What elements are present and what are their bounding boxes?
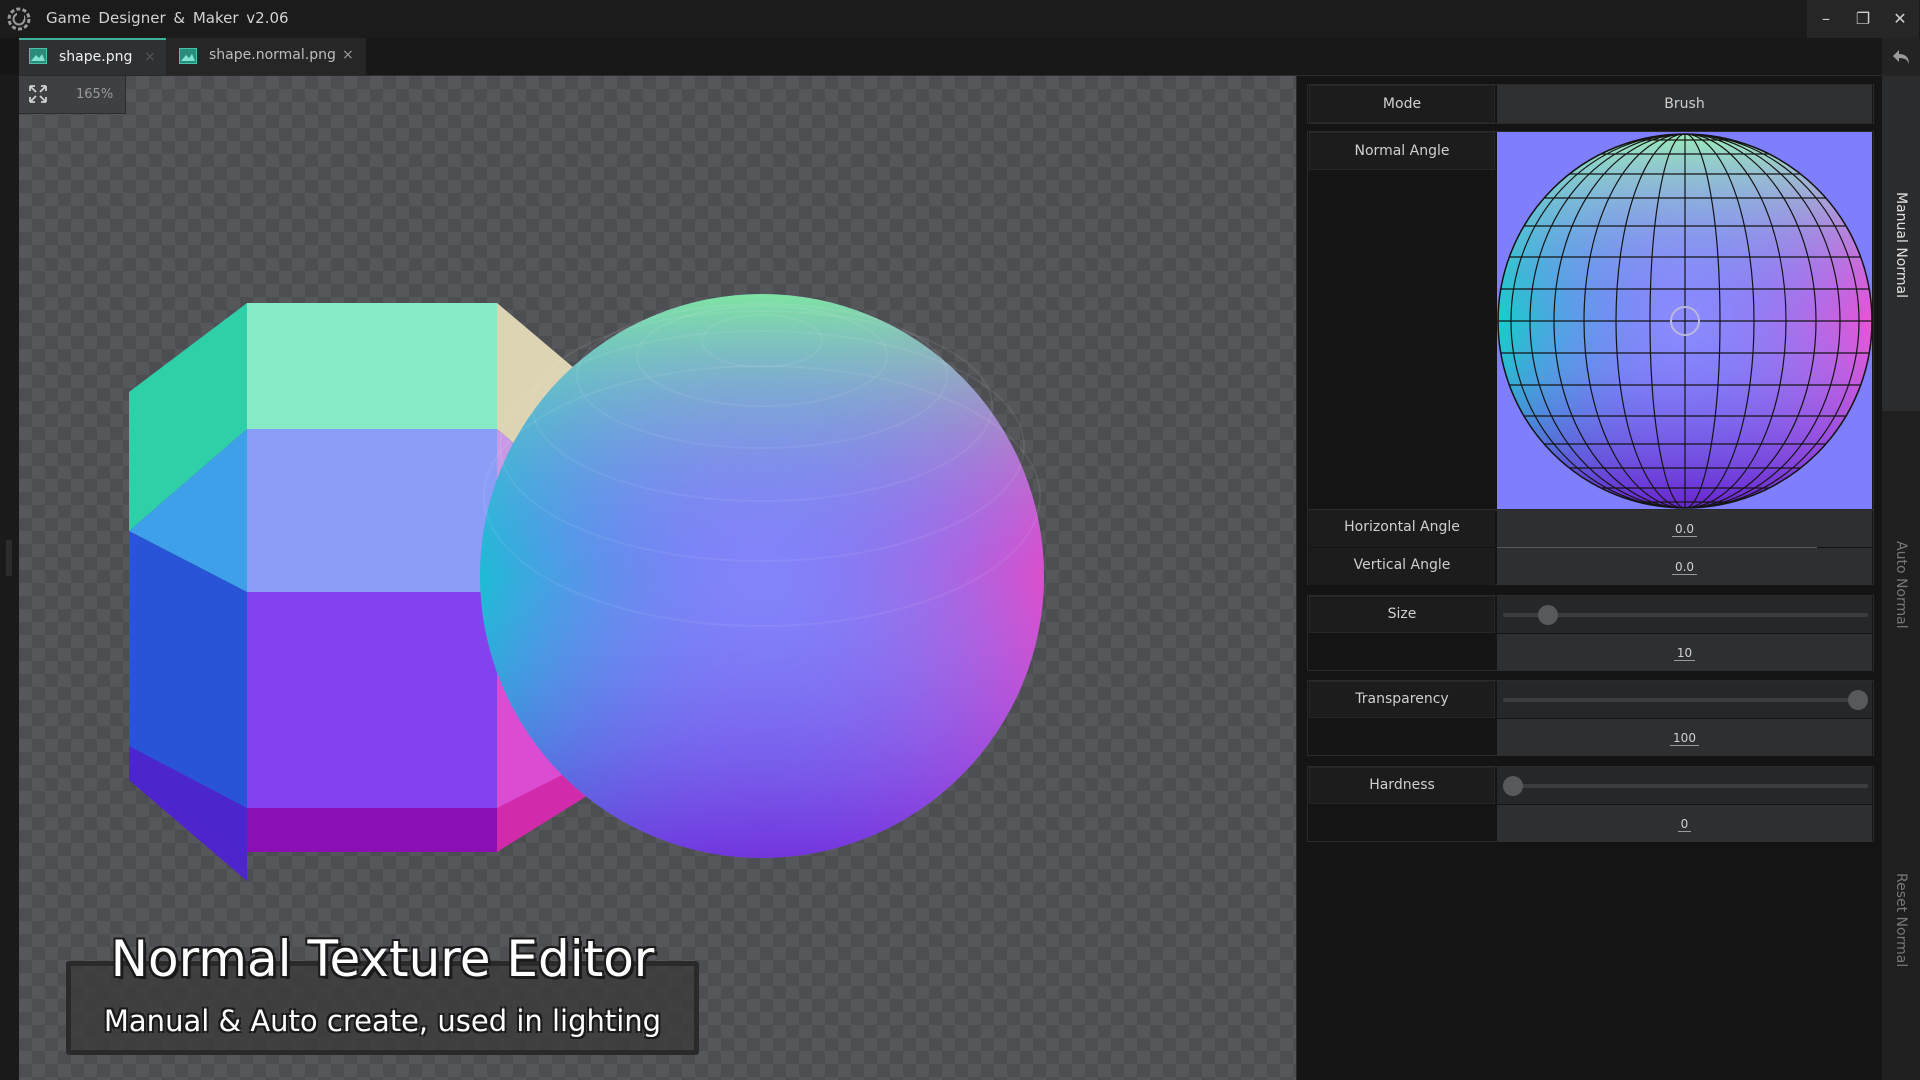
hardness-field[interactable]: 0	[1497, 817, 1872, 832]
sphere-shape	[480, 294, 1044, 858]
restore-icon: ❐	[1855, 9, 1871, 28]
transparency-value: 100	[1670, 731, 1699, 746]
normal-sphere-widget	[1497, 133, 1872, 509]
transparency-slider-track[interactable]	[1503, 698, 1868, 702]
tab-label: shape.png	[59, 49, 133, 65]
size-slider-thumb[interactable]	[1537, 605, 1558, 625]
image-icon	[179, 48, 197, 64]
hardness-slider-track[interactable]	[1503, 784, 1868, 788]
vertical-angle-field[interactable]: 0.0	[1497, 560, 1872, 575]
fit-to-screen-icon[interactable]	[28, 84, 48, 104]
window-title: Game Designer & Maker v2.06	[46, 9, 289, 27]
size-value: 10	[1673, 646, 1696, 661]
vertical-angle-label: Vertical Angle	[1309, 548, 1495, 585]
image-icon	[29, 48, 47, 64]
undo-button[interactable]	[1882, 38, 1920, 76]
horizontal-angle-value: 0.0	[1671, 522, 1698, 537]
app-gear-icon	[7, 7, 31, 31]
size-slider-track[interactable]	[1503, 613, 1868, 617]
tab-label: shape.normal.png	[209, 47, 336, 63]
size-label: Size	[1309, 596, 1495, 633]
minimize-button[interactable]: –	[1807, 0, 1845, 38]
left-collapse-bar	[0, 75, 19, 1080]
transparency-label: Transparency	[1309, 681, 1495, 718]
left-panel-handle[interactable]	[6, 540, 12, 576]
caption-title: Normal Texture Editor	[110, 930, 655, 988]
minimize-icon: –	[1822, 9, 1830, 28]
size-field[interactable]: 10	[1497, 646, 1872, 661]
zoom-level: 165%	[76, 87, 114, 102]
tab-bar-edge	[0, 38, 19, 75]
mode-dropdown[interactable]: Brush	[1497, 85, 1872, 123]
restore-button[interactable]: ❐	[1844, 0, 1882, 38]
horizontal-angle-field[interactable]: 0.0	[1497, 522, 1872, 537]
prism-bottom-face	[247, 808, 497, 852]
transparency-field[interactable]: 100	[1497, 731, 1872, 746]
horizontal-angle-label: Horizontal Angle	[1309, 510, 1495, 547]
tab-close-icon[interactable]: ×	[144, 40, 156, 75]
transparency-slider-thumb[interactable]	[1848, 690, 1868, 710]
tab-close-icon[interactable]: ×	[342, 38, 354, 73]
tab-shape-normal-png[interactable]: shape.normal.png ×	[166, 38, 366, 75]
side-tab-reset-normal[interactable]: Reset Normal	[1882, 870, 1920, 970]
undo-arrow-icon	[1893, 50, 1909, 64]
tab-shape-png[interactable]: shape.png ×	[19, 38, 166, 75]
close-button[interactable]: ✕	[1881, 0, 1919, 38]
side-tab-manual-normal[interactable]: Manual Normal	[1882, 190, 1920, 300]
close-icon: ✕	[1893, 9, 1907, 28]
side-tab-auto-normal[interactable]: Auto Normal	[1882, 535, 1920, 635]
hardness-slider-thumb[interactable]	[1503, 776, 1523, 796]
normal-angle-label: Normal Angle	[1309, 132, 1495, 170]
hardness-value: 0	[1677, 817, 1692, 832]
normal-angle-picker[interactable]	[1497, 132, 1872, 510]
vertical-angle-value: 0.0	[1671, 560, 1698, 575]
mode-label: Mode	[1309, 85, 1495, 123]
caption-subtitle: Manual & Auto create, used in lighting	[103, 1004, 662, 1038]
hardness-label: Hardness	[1309, 767, 1495, 804]
